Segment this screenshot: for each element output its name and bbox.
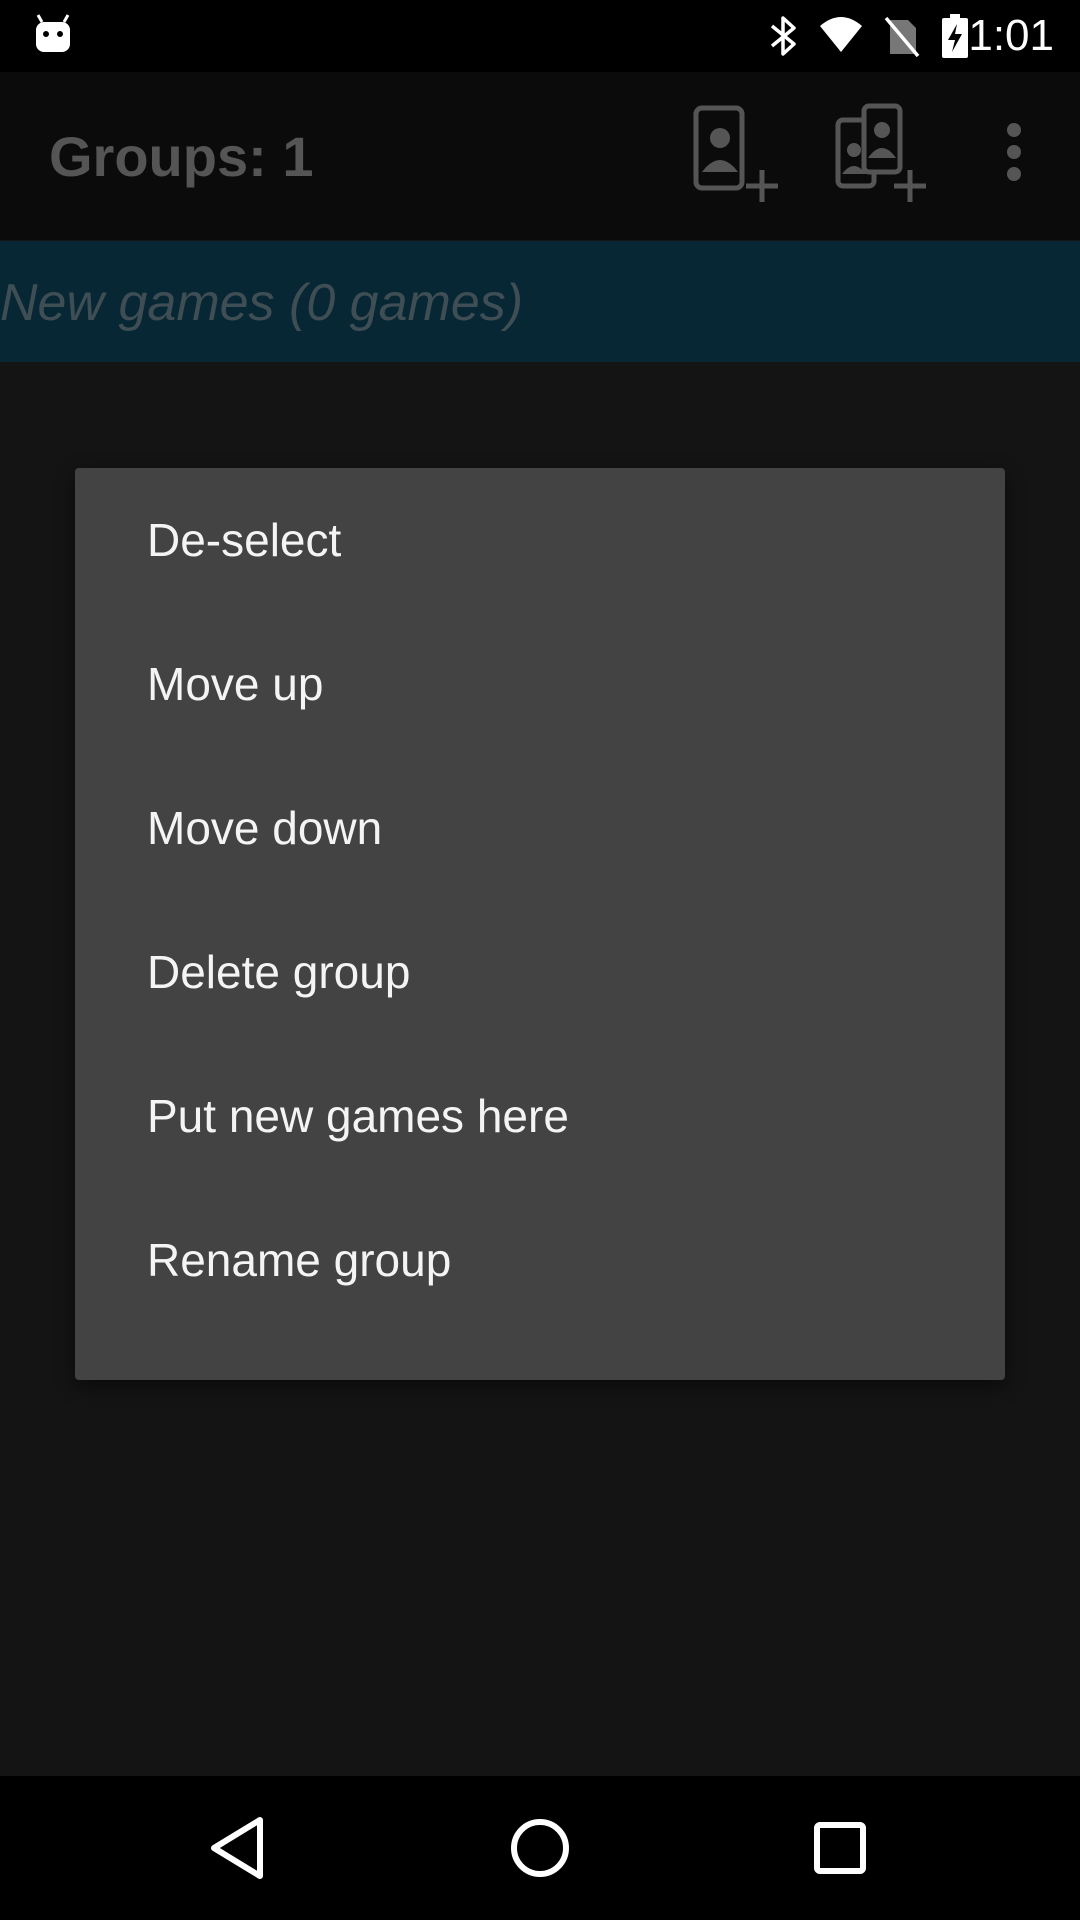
menu-item-rename-group[interactable]: Rename group (75, 1188, 1005, 1332)
menu-item-deselect[interactable]: De-select (75, 468, 1005, 612)
menu-item-put-new-games-here[interactable]: Put new games here (75, 1044, 1005, 1188)
overflow-menu-button[interactable] (990, 102, 1038, 202)
menu-item-label: Rename group (147, 1234, 452, 1286)
menu-item-label: Delete group (147, 946, 411, 998)
menu-item-delete-group[interactable]: Delete group (75, 900, 1005, 1044)
recent-apps-icon (800, 1822, 880, 1892)
add-players-icon (834, 103, 934, 206)
screen: 1:01 Groups: 1 New games (0 games) De-se… (0, 0, 1080, 1920)
menu-item-move-up[interactable]: Move up (75, 612, 1005, 756)
status-bar: 1:01 (0, 0, 1080, 72)
battery-charging-icon (940, 12, 970, 60)
menu-item-move-down[interactable]: Move down (75, 756, 1005, 900)
menu-item-label: De-select (147, 514, 342, 566)
add-players-button[interactable] (834, 102, 934, 202)
context-menu-dialog: De-select Move up Move down Delete group… (75, 468, 1005, 1380)
app-bar: Groups: 1 (0, 72, 1080, 240)
home-button[interactable] (500, 1808, 580, 1888)
add-player-button[interactable] (690, 102, 790, 202)
no-sim-icon (884, 12, 920, 60)
overflow-menu-icon (990, 123, 1038, 206)
menu-item-label: Move up (147, 658, 324, 710)
bluetooth-icon (768, 12, 798, 60)
list-item[interactable]: New games (0 games) (0, 241, 1080, 362)
add-player-icon (690, 105, 790, 206)
menu-item-label: Move down (147, 802, 383, 854)
menu-item-label: Put new games here (147, 1090, 569, 1142)
group-label: New games (0 games) (0, 274, 524, 332)
back-button[interactable] (200, 1808, 280, 1888)
home-icon (500, 1819, 580, 1892)
page-title: Groups: 1 (49, 125, 314, 188)
navigation-bar (0, 1776, 1080, 1920)
back-icon (200, 1817, 280, 1892)
status-clock: 1:01 (968, 11, 1054, 60)
status-icons (768, 12, 970, 60)
recent-apps-button[interactable] (800, 1808, 880, 1888)
wifi-icon (818, 12, 864, 60)
android-debug-icon (34, 14, 72, 54)
